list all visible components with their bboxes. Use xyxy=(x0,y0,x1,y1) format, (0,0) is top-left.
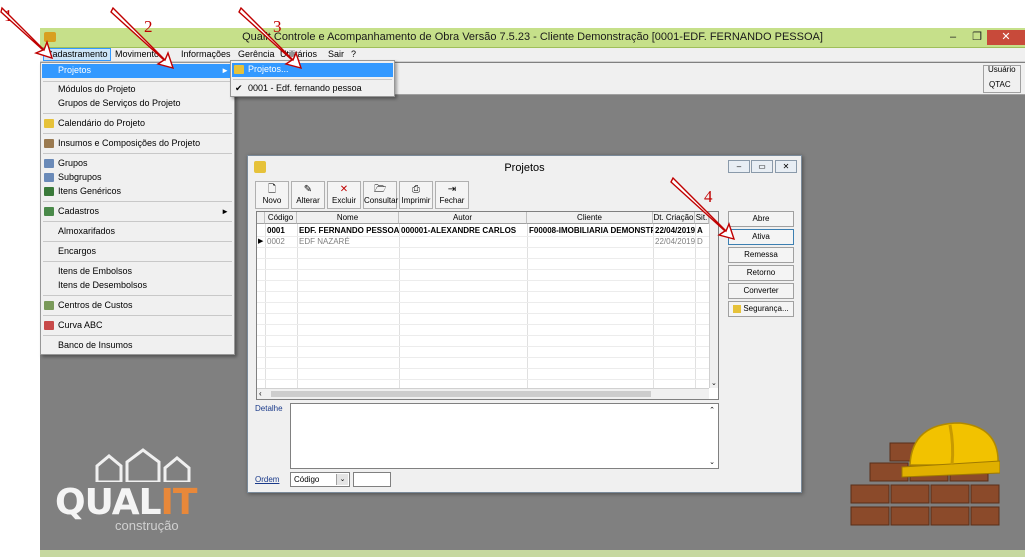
arrow-2-icon xyxy=(110,6,175,70)
annotation-arrows xyxy=(0,6,736,241)
arrow-1-icon xyxy=(0,6,54,60)
arrow-4-icon xyxy=(670,176,736,241)
arrow-3-icon xyxy=(238,6,303,70)
